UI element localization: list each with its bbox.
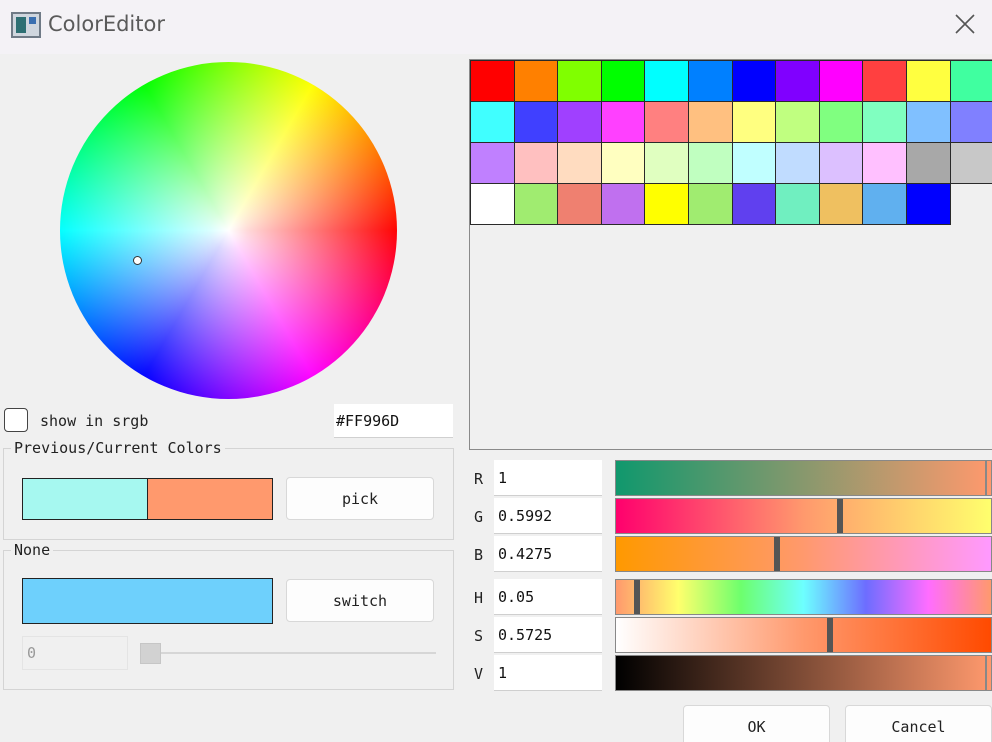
palette-swatch[interactable] — [644, 183, 689, 225]
color-wheel[interactable] — [60, 62, 397, 399]
palette-swatch[interactable] — [949, 60, 992, 102]
palette-swatch[interactable] — [862, 142, 907, 184]
r-slider[interactable] — [615, 460, 992, 496]
palette-swatch[interactable] — [470, 142, 515, 184]
s-value-input[interactable] — [494, 617, 602, 653]
palette-swatch[interactable] — [818, 142, 864, 184]
g-label: G — [474, 508, 484, 526]
pick-button[interactable]: pick — [286, 477, 434, 520]
switch-button[interactable]: switch — [286, 579, 434, 622]
s-slider-handle[interactable] — [827, 618, 833, 652]
palette-swatch[interactable] — [600, 101, 646, 143]
palette-swatch[interactable] — [687, 183, 733, 225]
g-slider-handle[interactable] — [837, 499, 843, 533]
alpha-slider-track[interactable] — [140, 652, 436, 654]
b-slider-handle[interactable] — [774, 537, 780, 571]
b-value-input[interactable] — [494, 536, 602, 572]
palette-swatch[interactable] — [818, 60, 864, 102]
palette-swatch[interactable] — [905, 142, 951, 184]
palette-swatch[interactable] — [513, 183, 559, 225]
s-label: S — [474, 627, 484, 645]
palette-swatch[interactable] — [905, 60, 951, 102]
palette-swatch[interactable] — [644, 60, 689, 102]
r-label: R — [474, 470, 484, 488]
palette-swatch[interactable] — [862, 60, 907, 102]
none-group-title: None — [11, 541, 54, 559]
palette-swatch[interactable] — [470, 60, 515, 102]
h-slider[interactable] — [615, 579, 992, 615]
palette-swatch[interactable] — [731, 183, 777, 225]
v-slider-handle[interactable] — [985, 656, 987, 690]
h-label: H — [474, 589, 484, 607]
palette-swatch[interactable] — [557, 142, 602, 184]
palette-swatch[interactable] — [600, 183, 646, 225]
palette-swatch[interactable] — [644, 101, 689, 143]
v-label: V — [474, 665, 484, 683]
palette-grid — [470, 60, 992, 225]
palette-swatch[interactable] — [600, 142, 646, 184]
g-slider[interactable] — [615, 498, 992, 534]
show-srgb-label: show in srgb — [40, 412, 149, 430]
s-slider[interactable] — [615, 617, 992, 653]
show-srgb-checkbox[interactable] — [4, 408, 28, 432]
title-bar: ColorEditor — [0, 0, 992, 54]
previous-current-title: Previous/Current Colors — [11, 439, 225, 457]
palette-swatch[interactable] — [644, 142, 689, 184]
palette-swatch[interactable] — [557, 60, 602, 102]
palette-swatch[interactable] — [731, 101, 777, 143]
r-value-input[interactable] — [494, 460, 602, 496]
palette-swatch[interactable] — [775, 60, 820, 102]
palette-swatch[interactable] — [949, 101, 992, 143]
alpha-input[interactable] — [22, 636, 128, 670]
palette-swatch[interactable] — [600, 60, 646, 102]
v-slider[interactable] — [615, 655, 992, 691]
b-label: B — [474, 546, 484, 564]
palette-swatch[interactable] — [775, 183, 820, 225]
alpha-slider-handle[interactable] — [140, 643, 161, 664]
palette-swatch[interactable] — [905, 101, 951, 143]
b-slider[interactable] — [615, 536, 992, 572]
palette-swatch[interactable] — [949, 142, 992, 184]
palette-swatch[interactable] — [687, 101, 733, 143]
palette-swatch[interactable] — [775, 142, 820, 184]
r-slider-handle[interactable] — [985, 461, 987, 495]
palette-swatch[interactable] — [905, 183, 951, 225]
h-slider-handle[interactable] — [634, 580, 640, 614]
ok-button[interactable]: OK — [683, 705, 830, 742]
palette-swatch[interactable] — [470, 183, 515, 225]
palette-swatch[interactable] — [818, 183, 864, 225]
cancel-button[interactable]: Cancel — [845, 705, 992, 742]
current-color-swatch[interactable] — [147, 478, 273, 520]
v-value-input[interactable] — [494, 655, 602, 691]
palette-swatch[interactable] — [513, 101, 559, 143]
app-icon — [11, 12, 41, 38]
palette-swatch[interactable] — [731, 142, 777, 184]
palette-swatch[interactable] — [818, 101, 864, 143]
palette-swatch[interactable] — [557, 183, 602, 225]
none-color-swatch[interactable] — [22, 578, 273, 624]
window-title: ColorEditor — [48, 12, 165, 36]
color-wheel-disc[interactable] — [60, 62, 397, 399]
palette-swatch[interactable] — [513, 142, 559, 184]
color-wheel-marker[interactable] — [133, 256, 142, 265]
palette-swatch[interactable] — [557, 101, 602, 143]
close-icon[interactable] — [945, 6, 985, 46]
palette-swatch[interactable] — [687, 60, 733, 102]
palette-swatch[interactable] — [731, 60, 777, 102]
palette-swatch[interactable] — [513, 60, 559, 102]
color-palette — [469, 59, 992, 450]
previous-color-swatch[interactable] — [22, 478, 148, 520]
palette-swatch[interactable] — [862, 183, 907, 225]
hex-input[interactable] — [334, 404, 453, 438]
palette-swatch[interactable] — [470, 101, 515, 143]
palette-swatch[interactable] — [687, 142, 733, 184]
palette-swatch[interactable] — [775, 101, 820, 143]
g-value-input[interactable] — [494, 498, 602, 534]
palette-swatch[interactable] — [862, 101, 907, 143]
h-value-input[interactable] — [494, 579, 602, 615]
